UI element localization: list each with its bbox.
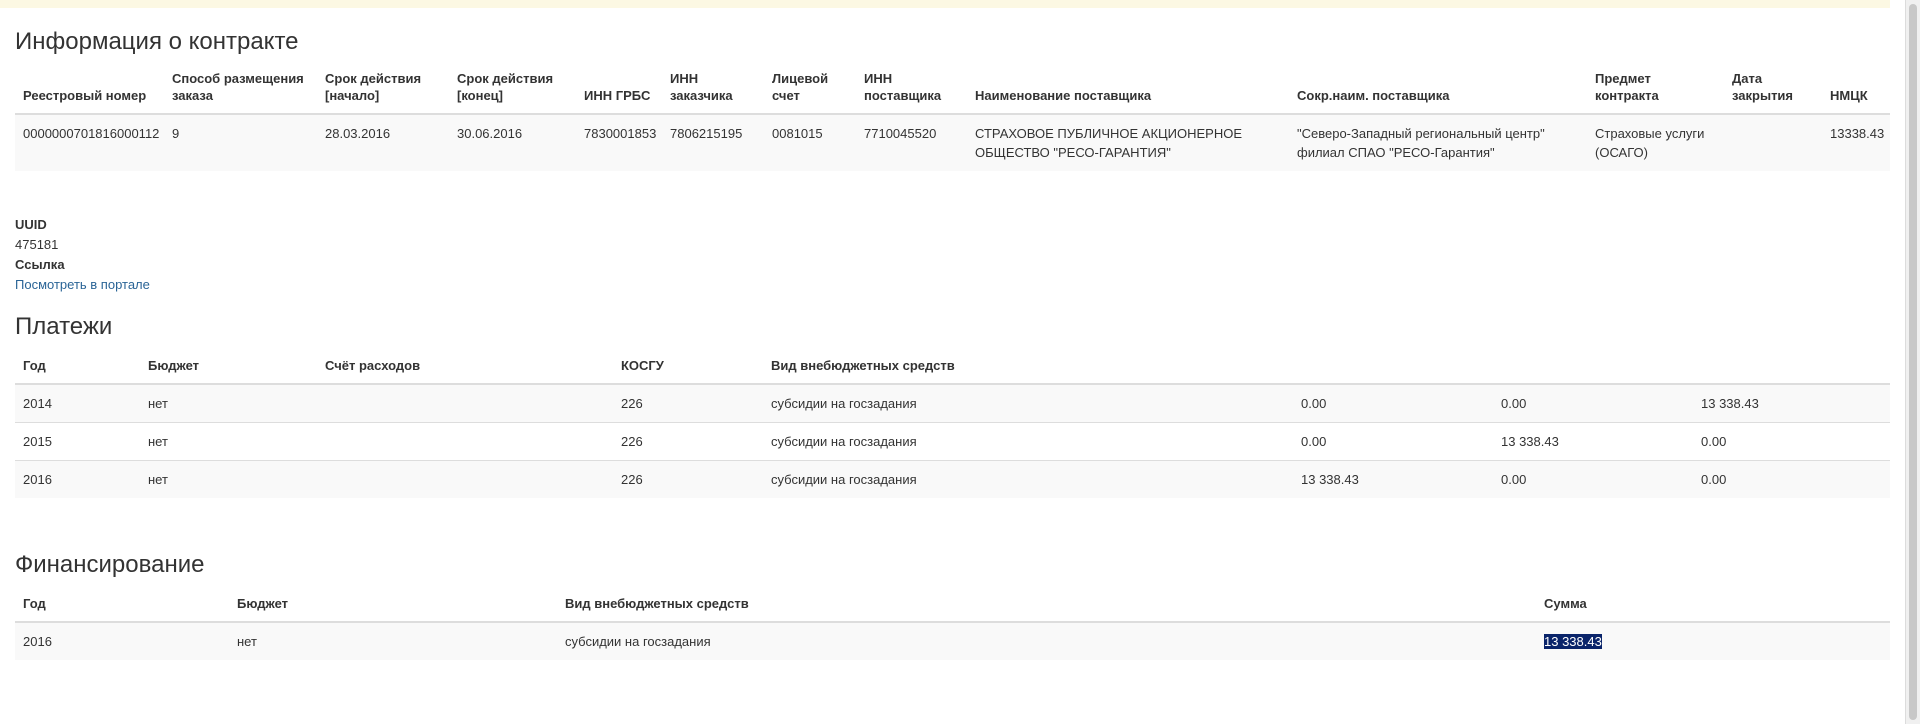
cell-budget: нет	[140, 422, 317, 461]
contract-title: Информация о контракте	[15, 28, 299, 55]
col-sum: Сумма	[1536, 595, 1890, 623]
cell-end-date: 30.06.2016	[449, 113, 576, 171]
cell-supplier-short-name: "Северо-Западный региональный центр" фил…	[1289, 113, 1587, 171]
col-inn-supplier: ИНН поставщика	[856, 70, 967, 115]
contract-meta: UUID 475181 Ссылка Посмотреть в портале	[15, 215, 150, 295]
col-offbudget-type: Вид внебюджетных средств	[557, 595, 1536, 623]
col-supplier-short-name: Сокр.наим. поставщика	[1289, 70, 1587, 115]
cell-amount-1: 0.00	[1293, 422, 1493, 461]
selected-sum-text[interactable]: 13 338.43	[1544, 634, 1602, 649]
link-label: Ссылка	[15, 257, 65, 272]
col-amount-1	[1293, 357, 1493, 385]
cell-year: 2015	[15, 422, 140, 461]
cell-inn-grbs: 7830001853	[576, 113, 662, 171]
contract-header-row: Реестровый номер Способ размещения заказ…	[15, 70, 1890, 115]
cell-expense-account	[317, 383, 613, 423]
col-close-date: Дата закрытия	[1724, 70, 1822, 115]
cell-amount-2: 13 338.43	[1493, 422, 1693, 461]
payments-table: Год Бюджет Счёт расходов КОСГУ Вид внебю…	[15, 357, 1890, 498]
cell-kosgu: 226	[613, 422, 763, 461]
cell-offbudget-type: субсидии на госзадания	[557, 621, 1536, 660]
col-budget: Бюджет	[229, 595, 557, 623]
col-inn-grbs: ИНН ГРБС	[576, 70, 662, 115]
cell-registry-number: 0000000701816000112	[15, 113, 164, 171]
col-year: Год	[15, 357, 140, 385]
cell-year: 2014	[15, 383, 140, 423]
cell-year: 2016	[15, 460, 140, 498]
col-budget: Бюджет	[140, 357, 317, 385]
cell-close-date	[1724, 113, 1822, 171]
col-amount-2	[1493, 357, 1693, 385]
cell-budget: нет	[140, 460, 317, 498]
cell-nmck: 13338.43	[1822, 113, 1890, 171]
cell-offbudget-type: субсидии на госзадания	[763, 422, 1293, 461]
cell-inn-customer: 7806215195	[662, 113, 764, 171]
col-supplier-name: Наименование поставщика	[967, 70, 1289, 115]
cell-amount-2: 0.00	[1493, 383, 1693, 423]
table-row: 2016 нет субсидии на госзадания 13 338.4…	[15, 621, 1890, 660]
cell-sum: 13 338.43	[1536, 621, 1890, 660]
scrollbar-thumb[interactable]	[1909, 4, 1917, 720]
alert-banner	[0, 0, 1890, 8]
cell-amount-3: 13 338.43	[1693, 383, 1890, 423]
cell-budget: нет	[140, 383, 317, 423]
col-nmck: НМЦК	[1822, 70, 1890, 115]
col-end-date: Срок действия [конец]	[449, 70, 576, 115]
cell-expense-account	[317, 422, 613, 461]
cell-expense-account	[317, 460, 613, 498]
col-account: Лицевой счет	[764, 70, 856, 115]
payments-title: Платежи	[15, 313, 113, 340]
col-expense-account: Счёт расходов	[317, 357, 613, 385]
col-inn-customer: ИНН заказчика	[662, 70, 764, 115]
financing-title: Финансирование	[15, 551, 205, 578]
vertical-scrollbar[interactable]	[1905, 0, 1920, 724]
cell-supplier-name: СТРАХОВОЕ ПУБЛИЧНОЕ АКЦИОНЕРНОЕ ОБЩЕСТВО…	[967, 113, 1289, 171]
financing-table: Год Бюджет Вид внебюджетных средств Сумм…	[15, 595, 1890, 660]
col-year: Год	[15, 595, 229, 623]
cell-amount-1: 13 338.43	[1293, 460, 1493, 498]
cell-placement-method: 9	[164, 113, 317, 171]
table-row: 2015 нет 226 субсидии на госзадания 0.00…	[15, 422, 1890, 461]
uuid-label: UUID	[15, 217, 47, 232]
contract-table: Реестровый номер Способ размещения заказ…	[15, 70, 1890, 171]
cell-kosgu: 226	[613, 460, 763, 498]
table-row: 2016 нет 226 субсидии на госзадания 13 3…	[15, 460, 1890, 498]
col-offbudget-type: Вид внебюджетных средств	[763, 357, 1293, 385]
col-start-date: Срок действия [начало]	[317, 70, 449, 115]
cell-kosgu: 226	[613, 383, 763, 423]
cell-subject: Страховые услуги (ОСАГО)	[1587, 113, 1724, 171]
cell-amount-3: 0.00	[1693, 422, 1890, 461]
uuid-value: 475181	[15, 237, 59, 252]
portal-link[interactable]: Посмотреть в портале	[15, 275, 150, 295]
cell-offbudget-type: субсидии на госзадания	[763, 460, 1293, 498]
cell-inn-supplier: 7710045520	[856, 113, 967, 171]
col-registry-number: Реестровый номер	[15, 70, 164, 115]
col-kosgu: КОСГУ	[613, 357, 763, 385]
col-placement-method: Способ размещения заказа	[164, 70, 317, 115]
cell-start-date: 28.03.2016	[317, 113, 449, 171]
table-row: 0000000701816000112 9 28.03.2016 30.06.2…	[15, 113, 1890, 171]
col-amount-3	[1693, 357, 1890, 385]
cell-amount-1: 0.00	[1293, 383, 1493, 423]
cell-amount-2: 0.00	[1493, 460, 1693, 498]
table-row: 2014 нет 226 субсидии на госзадания 0.00…	[15, 383, 1890, 423]
cell-amount-3: 0.00	[1693, 460, 1890, 498]
cell-offbudget-type: субсидии на госзадания	[763, 383, 1293, 423]
payments-header-row: Год Бюджет Счёт расходов КОСГУ Вид внебю…	[15, 357, 1890, 385]
cell-budget: нет	[229, 621, 557, 660]
cell-year: 2016	[15, 621, 229, 660]
cell-account: 0081015	[764, 113, 856, 171]
col-subject: Предмет контракта	[1587, 70, 1724, 115]
financing-header-row: Год Бюджет Вид внебюджетных средств Сумм…	[15, 595, 1890, 623]
